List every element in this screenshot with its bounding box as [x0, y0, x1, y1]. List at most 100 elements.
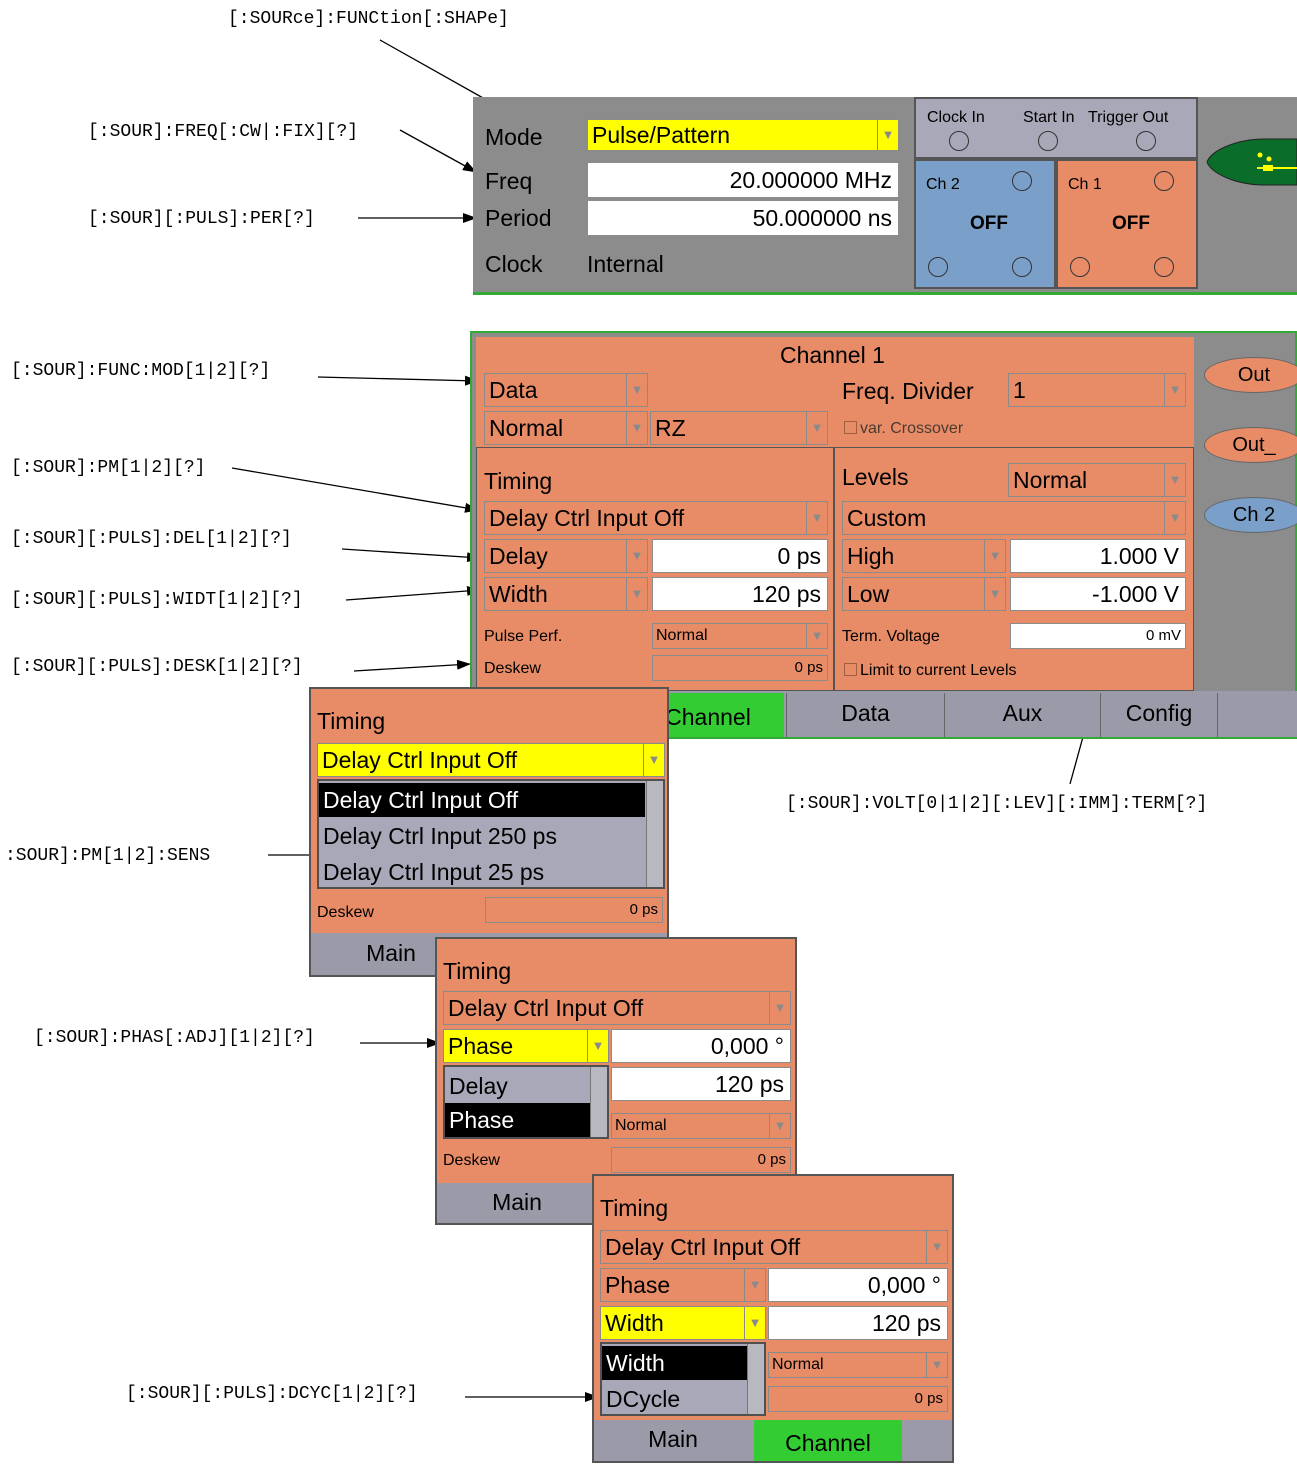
delay-ctrl-dropdown[interactable]: Delay Ctrl Input Off ▼ [600, 1230, 948, 1264]
format-dropdown[interactable]: RZ ▼ [650, 411, 828, 445]
delay-type-dropdown[interactable]: Delay ▼ [484, 539, 648, 573]
timing-label: Timing [443, 958, 512, 984]
mode-dropdown[interactable]: Pulse/Pattern ▼ [587, 119, 899, 151]
pulse-perf-dropdown[interactable]: Normal ▼ [768, 1352, 948, 1378]
chevron-down-icon: ▼ [926, 1353, 947, 1377]
list-item[interactable]: Delay Ctrl Input 250 ps [319, 819, 645, 853]
deskew-input[interactable]: 0 ps [652, 655, 828, 681]
list-item[interactable]: Width [602, 1346, 748, 1380]
channel-title: Channel 1 [780, 342, 885, 368]
delay-type-value: Phase [448, 1033, 514, 1059]
width-type-dropdown[interactable]: Width ▼ [484, 577, 648, 611]
mode-label: Mode [485, 124, 543, 150]
scrollbar[interactable] [590, 1067, 607, 1137]
checkbox-icon [844, 663, 857, 676]
width-input[interactable]: 120 ps [652, 577, 828, 611]
deskew-input[interactable]: 0 ps [485, 897, 663, 923]
main-settings-panel: Mode Pulse/Pattern ▼ Freq 20.000000 MHz … [473, 97, 1297, 295]
delay-ctrl-dropdown[interactable]: Delay Ctrl Input Off ▼ [317, 743, 665, 777]
chevron-down-icon: ▼ [926, 1231, 947, 1263]
ch2-label: Ch 2 [926, 176, 960, 193]
delay-ctrl-dropdown[interactable]: Delay Ctrl Input Off ▼ [484, 501, 828, 535]
side-out-n-button[interactable]: Out_ [1204, 427, 1297, 463]
deskew-input[interactable]: 0 ps [768, 1386, 948, 1412]
delay-ctrl-listbox: Delay Ctrl Input Off Delay Ctrl Input 25… [317, 779, 665, 889]
pulse-perf-value: Normal [656, 627, 708, 644]
delay-ctrl-dropdown[interactable]: Delay Ctrl Input Off ▼ [443, 991, 791, 1025]
width-type-value: Width [489, 581, 548, 607]
freq-divider-label: Freq. Divider [842, 378, 974, 404]
width-type-value: Width [605, 1310, 664, 1336]
tab-config[interactable]: Config [1100, 693, 1218, 737]
freq-input[interactable]: 20.000000 MHz [587, 162, 899, 198]
low-type-dropdown[interactable]: Low ▼ [842, 577, 1006, 611]
chevron-down-icon: ▼ [626, 374, 647, 406]
chevron-down-icon: ▼ [587, 1030, 608, 1062]
trigger-out-label: Trigger Out [1088, 109, 1169, 126]
list-item[interactable]: Delay Ctrl Input 25 ps [319, 855, 645, 887]
period-input[interactable]: 50.000000 ns [587, 200, 899, 236]
side-out-button[interactable]: Out [1204, 357, 1297, 393]
tab-main[interactable]: Main [594, 1420, 752, 1461]
delay-ctrl-value: Delay Ctrl Input Off [605, 1234, 801, 1260]
chevron-down-icon: ▼ [806, 624, 827, 648]
list-item[interactable]: Delay [445, 1069, 591, 1103]
levels-preset-dropdown[interactable]: Custom ▼ [842, 501, 1186, 535]
delay-ctrl-value: Delay Ctrl Input Off [322, 747, 518, 773]
pulse-perf-dropdown[interactable]: Normal ▼ [652, 623, 828, 649]
polarity-dropdown[interactable]: Normal ▼ [484, 411, 648, 445]
pulse-perf-value: Normal [615, 1117, 667, 1134]
tab-aux[interactable]: Aux [944, 693, 1100, 737]
pulse-perf-dropdown[interactable]: Normal ▼ [611, 1113, 791, 1139]
delay-input[interactable]: 0 ps [652, 539, 828, 573]
width-type-dropdown[interactable]: Width ▼ [600, 1306, 766, 1340]
timing-label: Timing [484, 468, 553, 494]
width-input[interactable]: 120 ps [768, 1306, 948, 1340]
freq-divider-dropdown[interactable]: 1 ▼ [1008, 373, 1186, 407]
polarity-value: Normal [489, 415, 564, 441]
low-input[interactable]: -1.000 V [1010, 577, 1186, 611]
term-voltage-input[interactable]: 0 mV [1010, 623, 1186, 649]
high-input[interactable]: 1.000 V [1010, 539, 1186, 573]
chevron-down-icon: ▼ [806, 502, 827, 534]
connector-block: Clock In Start In Trigger Out [914, 97, 1198, 159]
channel-panel: Channel 1 Data ▼ Freq. Divider 1 ▼ Norma… [470, 331, 1297, 739]
tab-main[interactable]: Main [437, 1183, 597, 1223]
width-input[interactable]: 120 ps [611, 1067, 791, 1101]
delay-type-dropdown[interactable]: Phase ▼ [443, 1029, 609, 1063]
deskew-label: Deskew [317, 904, 374, 921]
high-type-dropdown[interactable]: High ▼ [842, 539, 1006, 573]
freq-divider-value: 1 [1013, 377, 1026, 403]
phase-input[interactable]: 0,000 ° [611, 1029, 791, 1063]
limit-levels-label: Limit to current Levels [860, 662, 1017, 679]
chevron-down-icon: ▼ [626, 540, 647, 572]
limit-levels-checkbox[interactable]: Limit to current Levels [844, 661, 1017, 681]
data-mode-value: Data [489, 377, 538, 403]
delay-ctrl-value: Delay Ctrl Input Off [489, 505, 685, 531]
delay-type-dropdown[interactable]: Phase ▼ [600, 1268, 766, 1302]
list-item[interactable]: DCycle [602, 1382, 748, 1414]
deskew-input[interactable]: 0 ps [611, 1147, 791, 1173]
ch2-output-block[interactable]: Ch 2 OFF [914, 159, 1056, 289]
scrollbar[interactable] [747, 1344, 764, 1414]
ch2-state: OFF [970, 213, 1008, 234]
circuit-board-icon [1206, 138, 1297, 186]
side-ch2-button[interactable]: Ch 2 [1204, 497, 1297, 533]
var-crossover-label: var. Crossover [860, 420, 964, 437]
ch1-output-block[interactable]: Ch 1 OFF [1056, 159, 1198, 289]
tab-channel[interactable]: Channel [754, 1420, 902, 1461]
high-type-value: High [847, 543, 895, 569]
phase-input[interactable]: 0,000 ° [768, 1268, 948, 1302]
data-mode-dropdown[interactable]: Data ▼ [484, 373, 648, 407]
delay-type-value: Phase [605, 1272, 671, 1298]
scrollbar[interactable] [646, 781, 663, 887]
clock-label: Clock [485, 251, 543, 277]
var-crossover-checkbox[interactable]: var. Crossover [844, 419, 963, 439]
tab-data[interactable]: Data [786, 693, 944, 737]
checkbox-icon [844, 421, 857, 434]
list-item[interactable]: Phase [445, 1103, 591, 1137]
annotation-pm: [:SOUR]:PM[1|2][?] [11, 458, 206, 478]
levels-mode-dropdown[interactable]: Normal ▼ [1008, 463, 1186, 497]
chevron-down-icon: ▼ [744, 1307, 765, 1339]
list-item[interactable]: Delay Ctrl Input Off [319, 783, 645, 817]
